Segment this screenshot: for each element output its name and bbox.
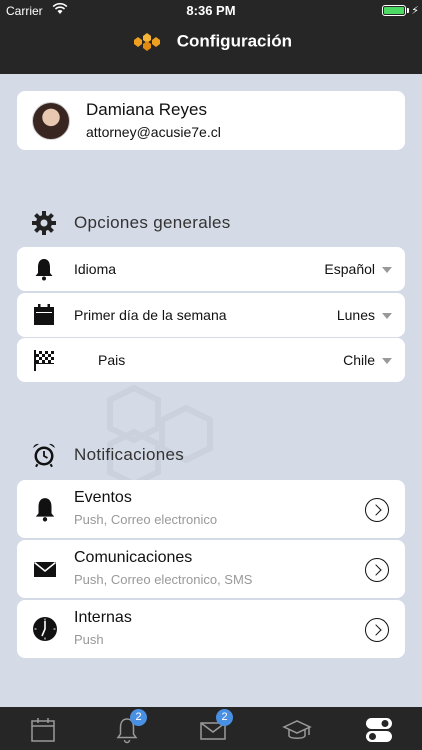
charging-icon: ⚡ — [411, 5, 419, 17]
notification-events[interactable]: Eventos Push, Correo electronico — [17, 480, 405, 538]
hexagon-decoration — [107, 384, 213, 488]
tab-messages[interactable]: 2 — [198, 709, 233, 745]
caret-down-icon[interactable] — [382, 267, 392, 273]
chevron-right-icon[interactable] — [365, 498, 389, 522]
tab-calendar[interactable] — [28, 715, 58, 745]
clock-icon — [33, 617, 57, 641]
profile-name: Damiana Reyes — [86, 100, 207, 119]
option-value[interactable]: Español — [324, 261, 375, 277]
notifications-heading: Notificaciones — [31, 442, 281, 470]
settings-toggle-icon — [366, 718, 392, 742]
gear-icon — [32, 211, 56, 235]
battery-icon — [382, 5, 406, 16]
option-country[interactable]: Pais Chile — [17, 338, 405, 382]
profile-email: attorney@acusie7e.cl — [86, 124, 221, 140]
option-label: Primer día de la semana — [74, 307, 227, 323]
navigation-bar: Carrier 8:36 PM ⚡ Configuración — [0, 0, 422, 74]
option-language[interactable]: Idioma Español — [17, 247, 405, 291]
chevron-right-icon[interactable] — [365, 558, 389, 582]
tab-bar: 2 2 — [0, 707, 422, 750]
graduation-cap-icon — [282, 720, 312, 739]
option-label: Pais — [98, 352, 126, 368]
page-title: Configuración — [176, 31, 292, 51]
calendar-icon — [31, 718, 55, 742]
notification-subtitle: Push, Correo electronico, SMS — [74, 572, 253, 587]
general-options-heading: Opciones generales — [31, 210, 281, 238]
notification-badge: 2 — [130, 709, 147, 726]
tab-settings[interactable] — [364, 715, 394, 745]
option-label: Idioma — [74, 261, 117, 277]
flag-icon — [34, 350, 54, 371]
notification-subtitle: Push, Correo electronico — [74, 512, 218, 527]
message-badge: 2 — [216, 709, 233, 726]
notification-title: Internas — [74, 609, 132, 626]
notification-subtitle: Push — [74, 632, 104, 647]
avatar — [32, 102, 70, 140]
calendar-icon — [34, 304, 54, 325]
notification-communications[interactable]: Comunicaciones Push, Correo electronico,… — [17, 540, 405, 598]
caret-down-icon[interactable] — [382, 313, 392, 319]
option-value[interactable]: Chile — [343, 352, 375, 368]
bell-icon — [35, 259, 53, 281]
bell-icon — [35, 498, 55, 522]
notification-internal[interactable]: Internas Push — [17, 600, 405, 658]
option-value[interactable]: Lunes — [337, 307, 375, 323]
section-title: Opciones generales — [74, 213, 231, 232]
profile-card[interactable]: Damiana Reyes attorney@acusie7e.cl — [17, 91, 405, 150]
notification-title: Comunicaciones — [74, 549, 193, 566]
app-logo-icon — [134, 32, 161, 51]
option-first-day[interactable]: Primer día de la semana Lunes — [17, 293, 405, 337]
alarm-clock-icon — [33, 443, 55, 468]
status-bar: Carrier 8:36 PM ⚡ — [0, 0, 422, 22]
section-title: Notificaciones — [74, 445, 185, 464]
chevron-right-icon[interactable] — [365, 618, 389, 642]
status-time: 8:36 PM — [186, 3, 236, 18]
tab-notifications[interactable]: 2 — [112, 709, 147, 745]
caret-down-icon[interactable] — [382, 358, 392, 364]
tab-courses[interactable] — [282, 715, 312, 745]
envelope-icon — [34, 561, 56, 577]
notification-title: Eventos — [74, 489, 132, 506]
